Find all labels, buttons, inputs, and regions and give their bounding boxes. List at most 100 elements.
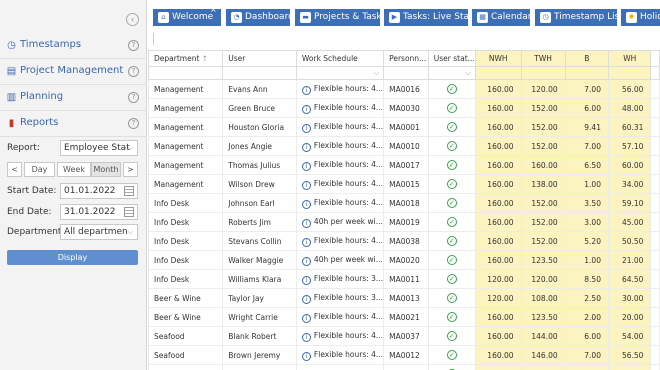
collapse-sidebar-button[interactable]: ‹: [126, 13, 139, 26]
cell-user-status: ✓: [427, 326, 476, 346]
tab-projects-tasks[interactable]: ▬ Projects & Tasks: [295, 9, 380, 26]
chevron-down-icon[interactable]: ⌵: [374, 69, 379, 78]
info-icon[interactable]: i: [301, 142, 311, 152]
schedule-text: Flexible hours: 4...: [313, 121, 384, 131]
info-icon[interactable]: i: [301, 332, 311, 342]
help-icon[interactable]: ?: [128, 92, 139, 103]
column-header-user[interactable]: User: [222, 50, 297, 67]
table-row[interactable]: Seafood Brown Jeremy i Flexible hours: 4...…: [148, 345, 660, 365]
column-header-wh[interactable]: WH: [607, 50, 652, 67]
nav-item-reports[interactable]: ▮ Reports ?: [0, 111, 147, 137]
table-row[interactable]: Info Desk Johnson Earl i Flexible hours: 4.…: [148, 193, 660, 213]
filter-work-schedule[interactable]: ⌵: [295, 66, 385, 80]
column-header-department[interactable]: Department ↑: [148, 50, 224, 67]
info-icon[interactable]: i: [301, 351, 311, 361]
schedule-text: Flexible hours: 4...: [313, 197, 384, 207]
info-icon[interactable]: i: [301, 256, 311, 266]
help-icon[interactable]: ?: [128, 66, 139, 77]
day-button[interactable]: Day: [24, 162, 55, 177]
info-icon[interactable]: i: [301, 123, 311, 133]
table-row[interactable]: SeafoodConnor JohniFlexible hours: 4...M…: [148, 364, 660, 370]
department-select[interactable]: All departmen ⌵: [60, 224, 138, 240]
column-header-user-status[interactable]: User stat...: [427, 50, 476, 67]
calendar-icon[interactable]: [124, 186, 134, 196]
table-body: Management Evans Ann i Flexible hours: 4...…: [148, 79, 660, 370]
tab-timestamp-list[interactable]: ◷ Timestamp List: [535, 9, 617, 26]
department-value: All departmen: [64, 227, 128, 237]
column-header-personnel[interactable]: Personn...: [383, 50, 429, 67]
info-icon[interactable]: i: [301, 104, 311, 114]
info-icon[interactable]: i: [301, 313, 311, 323]
nav-item-timestamps[interactable]: ◷ Timestamps ?: [0, 33, 147, 59]
cell-user-status: ✓: [427, 212, 476, 232]
info-icon[interactable]: i: [301, 294, 311, 304]
filter-b[interactable]: [564, 66, 609, 80]
filter-user-status[interactable]: ⌵: [427, 66, 476, 80]
table-row[interactable]: Info Desk Stevans Collin i Flexible hours: …: [148, 231, 660, 251]
month-button[interactable]: Month: [91, 162, 121, 177]
end-date-field[interactable]: 31.01.2022: [60, 204, 138, 220]
prev-period-button[interactable]: <: [7, 162, 22, 177]
nav-item-project-management[interactable]: ▤ Project Management ?: [0, 59, 147, 85]
table-row[interactable]: Info Desk Roberts Jim i 40h per week wi... M…: [148, 212, 660, 232]
cell-personnel: MA0019: [383, 212, 429, 232]
cell-department: Info Desk: [148, 212, 224, 232]
schedule-text: Flexible hours: 4...: [313, 83, 384, 93]
column-header-b[interactable]: B: [564, 50, 609, 67]
week-button[interactable]: Week: [57, 162, 91, 177]
table-row[interactable]: Management Evans Ann i Flexible hours: 4...…: [148, 79, 660, 99]
table-row[interactable]: Management Houston Gloria i Flexible hours:…: [148, 117, 660, 137]
info-icon[interactable]: i: [301, 275, 311, 285]
chevron-down-icon[interactable]: ⌵: [465, 69, 470, 78]
check-circle-icon: ✓: [446, 312, 457, 322]
sort-ascending-icon[interactable]: ↑: [202, 54, 208, 63]
grid-toolbar: [148, 28, 660, 50]
column-header-work-schedule[interactable]: Work Schedule: [295, 50, 385, 67]
calendar-icon[interactable]: [124, 207, 134, 217]
info-icon[interactable]: i: [301, 180, 311, 190]
tab-dashboard[interactable]: ◔ Dashboard: [226, 9, 290, 26]
column-header-nwh[interactable]: NWH: [474, 50, 522, 67]
display-button[interactable]: Display: [7, 250, 138, 265]
info-icon[interactable]: i: [301, 85, 311, 95]
header-row: Department ↑ User Work Schedule Personn.…: [148, 50, 660, 67]
cell-extra: [650, 364, 660, 370]
table-row[interactable]: Beer & Wine Taylor Jay i Flexible hours: 3.…: [148, 288, 660, 308]
nav-item-planning[interactable]: ▥ Planning ?: [0, 85, 147, 111]
tab-holidays[interactable]: ✹ Holid: [621, 9, 660, 26]
filter-nwh[interactable]: [474, 66, 522, 80]
table-row[interactable]: Management Green Bruce i Flexible hours: 4.…: [148, 98, 660, 118]
filter-user[interactable]: [222, 66, 297, 80]
table-row[interactable]: Beer & Wine Wright Carrie i Flexible hours:…: [148, 307, 660, 327]
info-icon[interactable]: i: [301, 161, 311, 171]
close-icon[interactable]: ×: [210, 5, 217, 14]
filter-department[interactable]: [148, 66, 224, 80]
cell-nwh: 160.00: [474, 250, 522, 270]
info-icon[interactable]: i: [301, 237, 311, 247]
help-icon[interactable]: ?: [128, 118, 139, 129]
cell-user-status: ✓: [427, 117, 476, 137]
nav-item-label: Planning: [20, 91, 64, 102]
filter-twh[interactable]: [520, 66, 566, 80]
report-select[interactable]: Employee Stat ⌵: [60, 140, 138, 156]
table-row[interactable]: Seafood Blank Robert i Flexible hours: 4...…: [148, 326, 660, 346]
filter-wh[interactable]: [607, 66, 652, 80]
tab-live-start[interactable]: ▶ Tasks: Live Start: [384, 9, 468, 26]
info-icon[interactable]: i: [301, 218, 311, 228]
schedule-text: Flexible hours: 3...: [313, 273, 384, 283]
tab-calendar[interactable]: ▦ Calendar: [472, 9, 530, 26]
filter-personnel[interactable]: [383, 66, 429, 80]
table-row[interactable]: Info Desk Walker Maggie i 40h per week wi..…: [148, 250, 660, 270]
cell-work-schedule: i 40h per week wi...: [295, 212, 385, 232]
table-row[interactable]: Management Jones Angie i Flexible hours: 4.…: [148, 136, 660, 156]
next-period-button[interactable]: >: [123, 162, 138, 177]
table-row[interactable]: Management Thomas Julius i Flexible hours: …: [148, 155, 660, 175]
help-icon[interactable]: ?: [128, 40, 139, 51]
info-icon[interactable]: i: [301, 199, 311, 209]
start-date-field[interactable]: 01.01.2022: [60, 183, 138, 199]
column-header-twh[interactable]: TWH: [520, 50, 566, 67]
cell-work-schedule: iFlexible hours: 4...: [295, 307, 385, 327]
check-circle-icon: ✓: [446, 103, 457, 113]
table-row[interactable]: Management Wilson Drew i Flexible hours: 4.…: [148, 174, 660, 194]
table-row[interactable]: Info Desk Williams Klara i Flexible hours: …: [148, 269, 660, 289]
